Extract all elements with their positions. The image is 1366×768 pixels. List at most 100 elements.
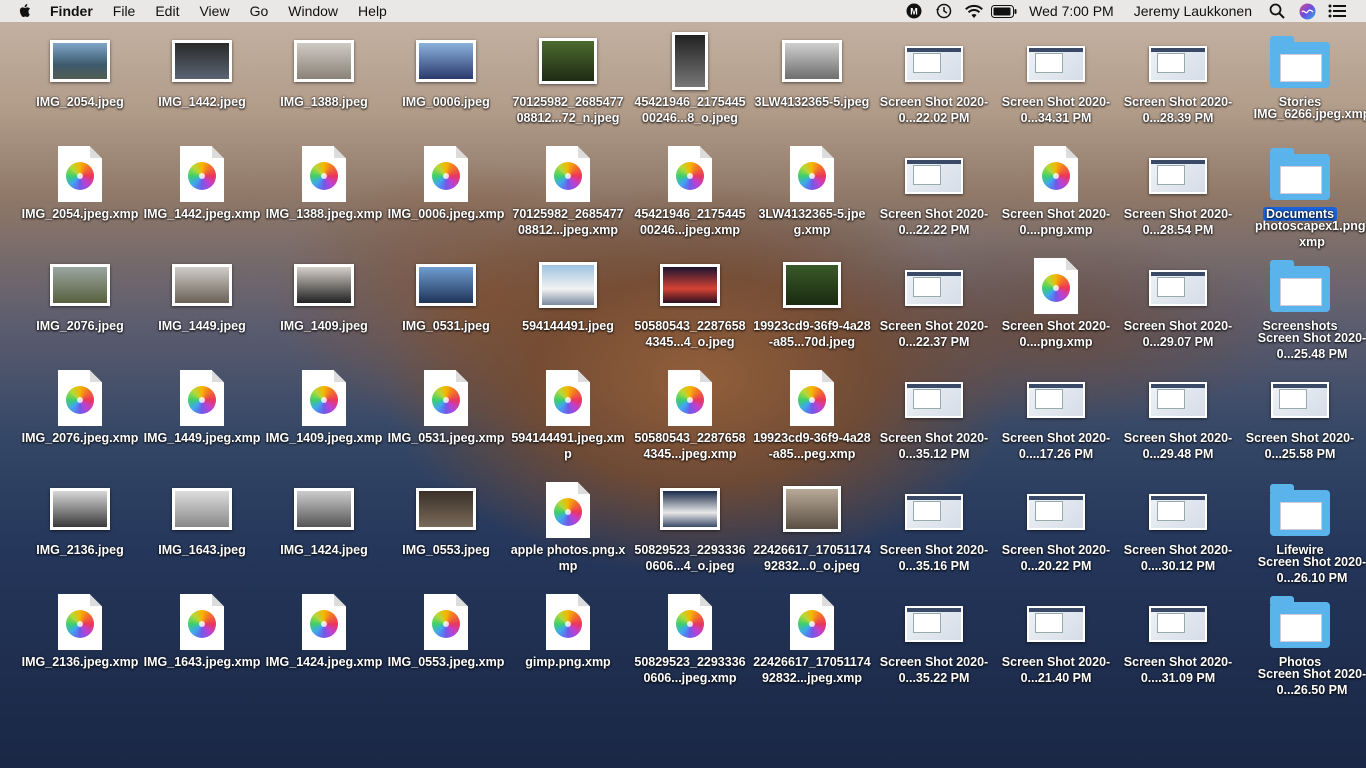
desktop-file-icon[interactable]: 70125982_268547708812...jpeg.xmp: [509, 146, 627, 258]
desktop-file-icon[interactable]: IMG_2054.jpeg: [21, 34, 139, 146]
menu-view[interactable]: View: [189, 3, 239, 19]
desktop-file-icon[interactable]: IMG_1643.jpeg.xmp: [143, 594, 261, 706]
desktop-file-icon[interactable]: IMG_2076.jpeg: [21, 258, 139, 370]
time-machine-icon[interactable]: [929, 0, 959, 22]
desktop-file-icon[interactable]: 22426617_1705117492832...0_o.jpeg: [753, 482, 871, 594]
control-list-icon[interactable]: [1322, 0, 1352, 22]
desktop-file-icon[interactable]: Screen Shot 2020-0...22.37 PM: [875, 258, 993, 370]
desktop-file-icon[interactable]: 50580543_22876584345...4_o.jpeg: [631, 258, 749, 370]
desktop-file-icon[interactable]: Screen Shot 2020-0...29.48 PM: [1119, 370, 1237, 482]
desktop-file-icon[interactable]: Screen Shot 2020-0...35.22 PM: [875, 594, 993, 706]
desktop-file-icon[interactable]: 3LW4132365-5.jpeg: [753, 34, 871, 146]
file-name-label: IMG_1424.jpeg.xmp: [265, 655, 383, 669]
desktop-file-icon[interactable]: 19923cd9-36f9-4a28-a85...peg.xmp: [753, 370, 871, 482]
screenshot-thumbnail-icon: [1149, 382, 1207, 418]
user-name[interactable]: Jeremy Laukkonen: [1124, 3, 1262, 19]
desktop-file-icon[interactable]: Screen Shot 2020-0...20.22 PM: [997, 482, 1115, 594]
desktop-file-icon[interactable]: 19923cd9-36f9-4a28-a85...70d.jpeg: [753, 258, 871, 370]
desktop-file-icon[interactable]: IMG_1442.jpeg.xmp: [143, 146, 261, 258]
desktop-file-icon[interactable]: IMG_1449.jpeg: [143, 258, 261, 370]
desktop-file-icon[interactable]: IMG_0531.jpeg.xmp: [387, 370, 505, 482]
overlapping-file-label[interactable]: Screen Shot 2020-0...26.10 PM: [1253, 494, 1366, 585]
clock[interactable]: Wed 7:00 PM: [1019, 3, 1124, 19]
menu-edit[interactable]: Edit: [145, 3, 189, 19]
desktop-file-icon[interactable]: IMG_2054.jpeg.xmp: [21, 146, 139, 258]
desktop-file-icon[interactable]: IMG_1449.jpeg.xmp: [143, 370, 261, 482]
screenshot-thumbnail-icon: [1149, 606, 1207, 642]
desktop-file-icon[interactable]: Screen Shot 2020-0...28.39 PM: [1119, 34, 1237, 146]
overlapping-file-label[interactable]: IMG_6266.jpeg.xmp: [1253, 46, 1366, 121]
menu-window[interactable]: Window: [278, 3, 348, 19]
desktop-file-icon[interactable]: Screen Shot 2020-0....17.26 PM: [997, 370, 1115, 482]
desktop-file-icon[interactable]: gimp.png.xmp: [509, 594, 627, 706]
file-name-label: Screen Shot 2020-0...26.50 PM: [1257, 667, 1366, 697]
menu-file[interactable]: File: [103, 3, 146, 19]
desktop-file-icon[interactable]: IMG_1442.jpeg: [143, 34, 261, 146]
overlapping-file-label[interactable]: Screen Shot 2020-0...25.48 PM: [1253, 270, 1366, 361]
file-name-label: IMG_2076.jpeg.xmp: [21, 431, 139, 445]
file-name-label: IMG_0006.jpeg: [402, 95, 490, 109]
file-name-label: IMG_2136.jpeg: [36, 543, 124, 557]
desktop-file-icon[interactable]: Screen Shot 2020-0....30.12 PM: [1119, 482, 1237, 594]
desktop-file-icon[interactable]: Screen Shot 2020-0....png.xmp: [997, 258, 1115, 370]
desktop[interactable]: IMG_2054.jpeg IMG_2054.jpeg.xmp IMG_2076.j…: [0, 0, 1366, 768]
desktop-file-icon[interactable]: IMG_1424.jpeg.xmp: [265, 594, 383, 706]
desktop-file-icon[interactable]: Screen Shot 2020-0...35.12 PM: [875, 370, 993, 482]
desktop-file-icon[interactable]: IMG_1409.jpeg: [265, 258, 383, 370]
desktop-file-icon[interactable]: IMG_0553.jpeg.xmp: [387, 594, 505, 706]
desktop-file-icon[interactable]: 594144491.jpeg.xmp: [509, 370, 627, 482]
menu-app-finder[interactable]: Finder: [40, 3, 103, 19]
menu-go[interactable]: Go: [240, 3, 279, 19]
desktop-file-icon[interactable]: 50580543_22876584345...jpeg.xmp: [631, 370, 749, 482]
file-name-label: IMG_0531.jpeg: [402, 319, 490, 333]
desktop-file-icon[interactable]: 3LW4132365-5.jpeg.xmp: [753, 146, 871, 258]
malwarebytes-icon[interactable]: M: [899, 0, 929, 22]
siri-icon[interactable]: [1292, 0, 1322, 22]
desktop-file-icon[interactable]: Screen Shot 2020-0...21.40 PM: [997, 594, 1115, 706]
desktop-file-icon[interactable]: IMG_1388.jpeg.xmp: [265, 146, 383, 258]
desktop-file-icon[interactable]: 45421946_217544500246...jpeg.xmp: [631, 146, 749, 258]
photo-thumbnail-icon: [416, 264, 476, 306]
desktop-file-icon[interactable]: IMG_2076.jpeg.xmp: [21, 370, 139, 482]
xmp-document-icon: [302, 146, 346, 202]
desktop-file-icon[interactable]: 70125982_268547708812...72_n.jpeg: [509, 34, 627, 146]
desktop-file-icon[interactable]: 22426617_1705117492832...jpeg.xmp: [753, 594, 871, 706]
desktop-file-icon[interactable]: IMG_1388.jpeg: [265, 34, 383, 146]
desktop-file-icon[interactable]: Screen Shot 2020-0...29.07 PM: [1119, 258, 1237, 370]
apple-icon[interactable]: [18, 3, 32, 19]
desktop-file-icon[interactable]: Screen Shot 2020-0...28.54 PM: [1119, 146, 1237, 258]
desktop-file-icon[interactable]: IMG_2136.jpeg.xmp: [21, 594, 139, 706]
desktop-file-icon[interactable]: IMG_1409.jpeg.xmp: [265, 370, 383, 482]
desktop-file-icon[interactable]: IMG_2136.jpeg: [21, 482, 139, 594]
desktop-file-icon[interactable]: 50829523_22933360606...jpeg.xmp: [631, 594, 749, 706]
desktop-file-icon[interactable]: Screen Shot 2020-0...35.16 PM: [875, 482, 993, 594]
screenshot-thumbnail-icon: [1271, 382, 1329, 418]
desktop-file-icon[interactable]: Screen Shot 2020-0...22.02 PM: [875, 34, 993, 146]
desktop-file-icon[interactable]: Screen Shot 2020-0...34.31 PM: [997, 34, 1115, 146]
photo-thumbnail-icon: [783, 262, 841, 308]
battery-icon[interactable]: [989, 0, 1019, 22]
wifi-icon[interactable]: [959, 0, 989, 22]
desktop-file-icon[interactable]: Screen Shot 2020-0...22.22 PM: [875, 146, 993, 258]
spotlight-icon[interactable]: [1262, 0, 1292, 22]
desktop-file-icon[interactable]: 594144491.jpeg: [509, 258, 627, 370]
desktop-file-icon[interactable]: IMG_0006.jpeg: [387, 34, 505, 146]
desktop-file-icon[interactable]: IMG_0531.jpeg: [387, 258, 505, 370]
desktop-file-icon[interactable]: IMG_1424.jpeg: [265, 482, 383, 594]
desktop-file-icon[interactable]: Screen Shot 2020-0....31.09 PM: [1119, 594, 1237, 706]
file-name-label: 45421946_217544500246...jpeg.xmp: [634, 207, 746, 237]
file-name-label: Screen Shot 2020-0....17.26 PM: [1001, 431, 1111, 461]
desktop-file-icon[interactable]: IMG_0553.jpeg: [387, 482, 505, 594]
desktop-file-icon[interactable]: Screen Shot 2020-0....png.xmp: [997, 146, 1115, 258]
desktop-file-icon[interactable]: IMG_0006.jpeg.xmp: [387, 146, 505, 258]
menu-help[interactable]: Help: [348, 3, 397, 19]
desktop-file-icon[interactable]: IMG_1643.jpeg: [143, 482, 261, 594]
desktop-file-icon[interactable]: 45421946_217544500246...8_o.jpeg: [631, 32, 749, 146]
overlapping-file-label[interactable]: photoscapex1.png.xmp: [1253, 158, 1366, 249]
desktop-file-icon[interactable]: Screen Shot 2020-0...25.58 PM: [1241, 370, 1359, 482]
desktop-file-icon[interactable]: 50829523_22933360606...4_o.jpeg: [631, 482, 749, 594]
desktop-file-icon[interactable]: apple photos.png.xmp: [509, 482, 627, 594]
overlapping-file-label[interactable]: Screen Shot 2020-0...26.50 PM: [1253, 606, 1366, 697]
file-name-label: IMG_1442.jpeg: [158, 95, 246, 109]
screenshot-thumbnail-icon: [905, 46, 963, 82]
